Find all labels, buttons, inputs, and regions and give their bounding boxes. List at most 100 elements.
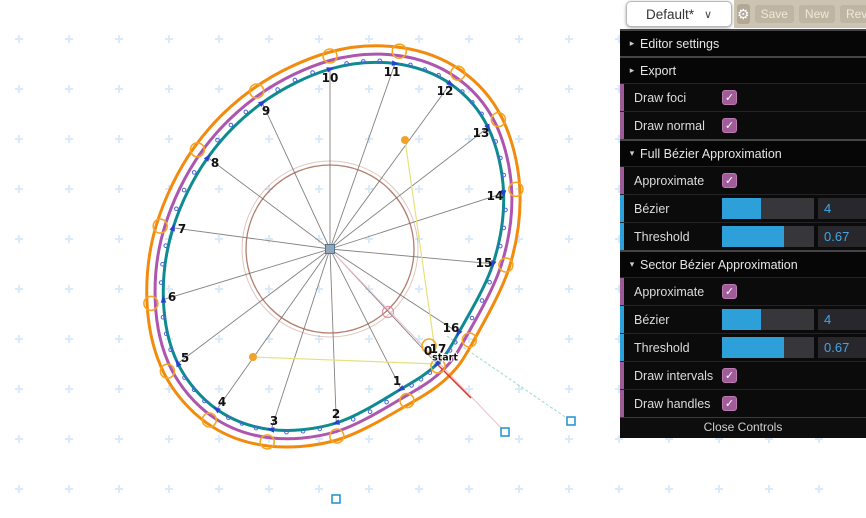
revert-button[interactable]: Revert — [840, 5, 866, 23]
row-label: Bézier — [634, 313, 722, 327]
sector-number: 2 — [332, 407, 340, 421]
sector-number: 3 — [270, 414, 278, 428]
focus-line — [405, 140, 437, 364]
sector-number: 8 — [211, 156, 219, 170]
row-threshold: Threshold 0.67 — [620, 222, 866, 250]
toolbar-actions: ⚙ Save New Revert — [734, 0, 866, 28]
section-title: Sector Bézier Approximation — [640, 258, 798, 272]
row-b-zier: Bézier 4 — [620, 305, 866, 333]
drag-handle[interactable] — [501, 428, 509, 436]
slider-value[interactable]: 0.67 — [818, 226, 866, 247]
row-label: Threshold — [634, 230, 722, 244]
row-label: Draw intervals — [634, 369, 722, 383]
toolbar: Default* ∨ ⚙ Save New Revert — [620, 0, 866, 29]
sector-number: 14 — [487, 189, 504, 203]
row-accent — [620, 390, 624, 417]
row-accent — [620, 112, 624, 139]
checkbox-checked[interactable]: ✓ — [722, 396, 737, 411]
sector-number: 4 — [218, 395, 226, 409]
slider-fill — [722, 309, 761, 330]
section-header-sector-b-zier-approximation[interactable]: ▾Sector Bézier Approximation — [620, 250, 866, 277]
row-label: Threshold — [634, 341, 722, 355]
row-draw-foci: Draw foci✓ — [620, 83, 866, 111]
row-approximate: Approximate✓ — [620, 166, 866, 194]
checkbox-checked[interactable]: ✓ — [722, 90, 737, 105]
preset-dropdown[interactable]: Default* ∨ — [626, 1, 732, 27]
slider-fill — [722, 198, 761, 219]
checkbox-checked[interactable]: ✓ — [722, 173, 737, 188]
triangle-down-icon: ▾ — [626, 259, 638, 270]
triangle-right-icon: ▸ — [626, 38, 638, 49]
sector-number: 13 — [473, 126, 490, 140]
checkbox-checked[interactable]: ✓ — [722, 368, 737, 383]
bezier-anchor-dot — [175, 207, 179, 211]
sector-number: 16 — [443, 321, 460, 335]
save-button[interactable]: Save — [755, 5, 794, 23]
bezier-anchor-dot — [192, 171, 196, 175]
checkbox-checked[interactable]: ✓ — [722, 118, 737, 133]
row-accent — [620, 223, 624, 250]
bezier-anchor-dot — [488, 280, 492, 284]
row-label: Approximate — [634, 285, 722, 299]
axis-line — [330, 249, 505, 432]
triangle-right-icon: ▸ — [626, 65, 638, 76]
bezier-anchor-dot — [229, 123, 233, 127]
sector-number: 5 — [181, 351, 189, 365]
slider-value[interactable]: 4 — [818, 309, 866, 330]
row-accent — [620, 278, 624, 305]
focus-line — [253, 357, 437, 364]
bezier-anchor-dot — [351, 418, 355, 422]
slider-track[interactable] — [722, 198, 814, 219]
section-header-editor-settings[interactable]: ▸Editor settings — [620, 29, 866, 56]
slider-track[interactable] — [722, 226, 814, 247]
row-threshold: Threshold 0.67 — [620, 333, 866, 361]
start-label: start — [432, 353, 458, 364]
row-draw-handles: Draw handles✓ — [620, 389, 866, 417]
sector-number: 11 — [384, 65, 401, 79]
checkbox-checked[interactable]: ✓ — [722, 284, 737, 299]
sector-number: 12 — [437, 84, 454, 98]
section-header-full-b-zier-approximation[interactable]: ▾Full Bézier Approximation — [620, 139, 866, 166]
row-draw-normal: Draw normal✓ — [620, 111, 866, 139]
section-title: Export — [640, 64, 676, 78]
controls-panel: Default* ∨ ⚙ Save New Revert ▸Editor set… — [620, 0, 866, 438]
slider-value[interactable]: 0.67 — [818, 337, 866, 358]
gear-icon[interactable]: ⚙ — [737, 4, 750, 24]
panel-sections: ▸Editor settings▸ExportDraw foci✓Draw no… — [620, 29, 866, 417]
row-b-zier: Bézier 4 — [620, 194, 866, 222]
bezier-anchor-dot — [182, 188, 186, 192]
new-button[interactable]: New — [799, 5, 835, 23]
slider-fill — [722, 226, 784, 247]
app-window: 12345678910111213141516017start Default*… — [0, 0, 866, 518]
row-label: Draw handles — [634, 397, 722, 411]
row-approximate: Approximate✓ — [620, 277, 866, 305]
preset-name: Default* — [646, 7, 694, 22]
bezier-anchor-dot — [385, 400, 389, 404]
drag-handle[interactable] — [332, 495, 340, 503]
bezier-anchor-dot — [368, 410, 372, 414]
sector-number: 10 — [322, 71, 339, 85]
chevron-down-icon: ∨ — [704, 8, 712, 21]
slider-value[interactable]: 4 — [818, 198, 866, 219]
direction-arrow-icon — [170, 224, 175, 232]
row-label: Bézier — [634, 202, 722, 216]
section-title: Full Bézier Approximation — [640, 147, 782, 161]
sector-number: 6 — [168, 290, 176, 304]
drag-handle[interactable] — [567, 417, 575, 425]
sector-number: 1 — [393, 374, 401, 388]
row-accent — [620, 362, 624, 389]
section-header-export[interactable]: ▸Export — [620, 56, 866, 83]
row-accent — [620, 334, 624, 361]
row-accent — [620, 306, 624, 333]
slider-track[interactable] — [722, 337, 814, 358]
slider-track[interactable] — [722, 309, 814, 330]
center-handle[interactable] — [326, 245, 335, 254]
close-controls-button[interactable]: Close Controls — [620, 417, 866, 438]
bezier-anchor-dot — [470, 316, 474, 320]
row-label: Draw foci — [634, 91, 722, 105]
triangle-down-icon: ▾ — [626, 148, 638, 159]
row-label: Draw normal — [634, 119, 722, 133]
focus-dot — [249, 353, 257, 361]
row-accent — [620, 84, 624, 111]
row-label: Approximate — [634, 174, 722, 188]
